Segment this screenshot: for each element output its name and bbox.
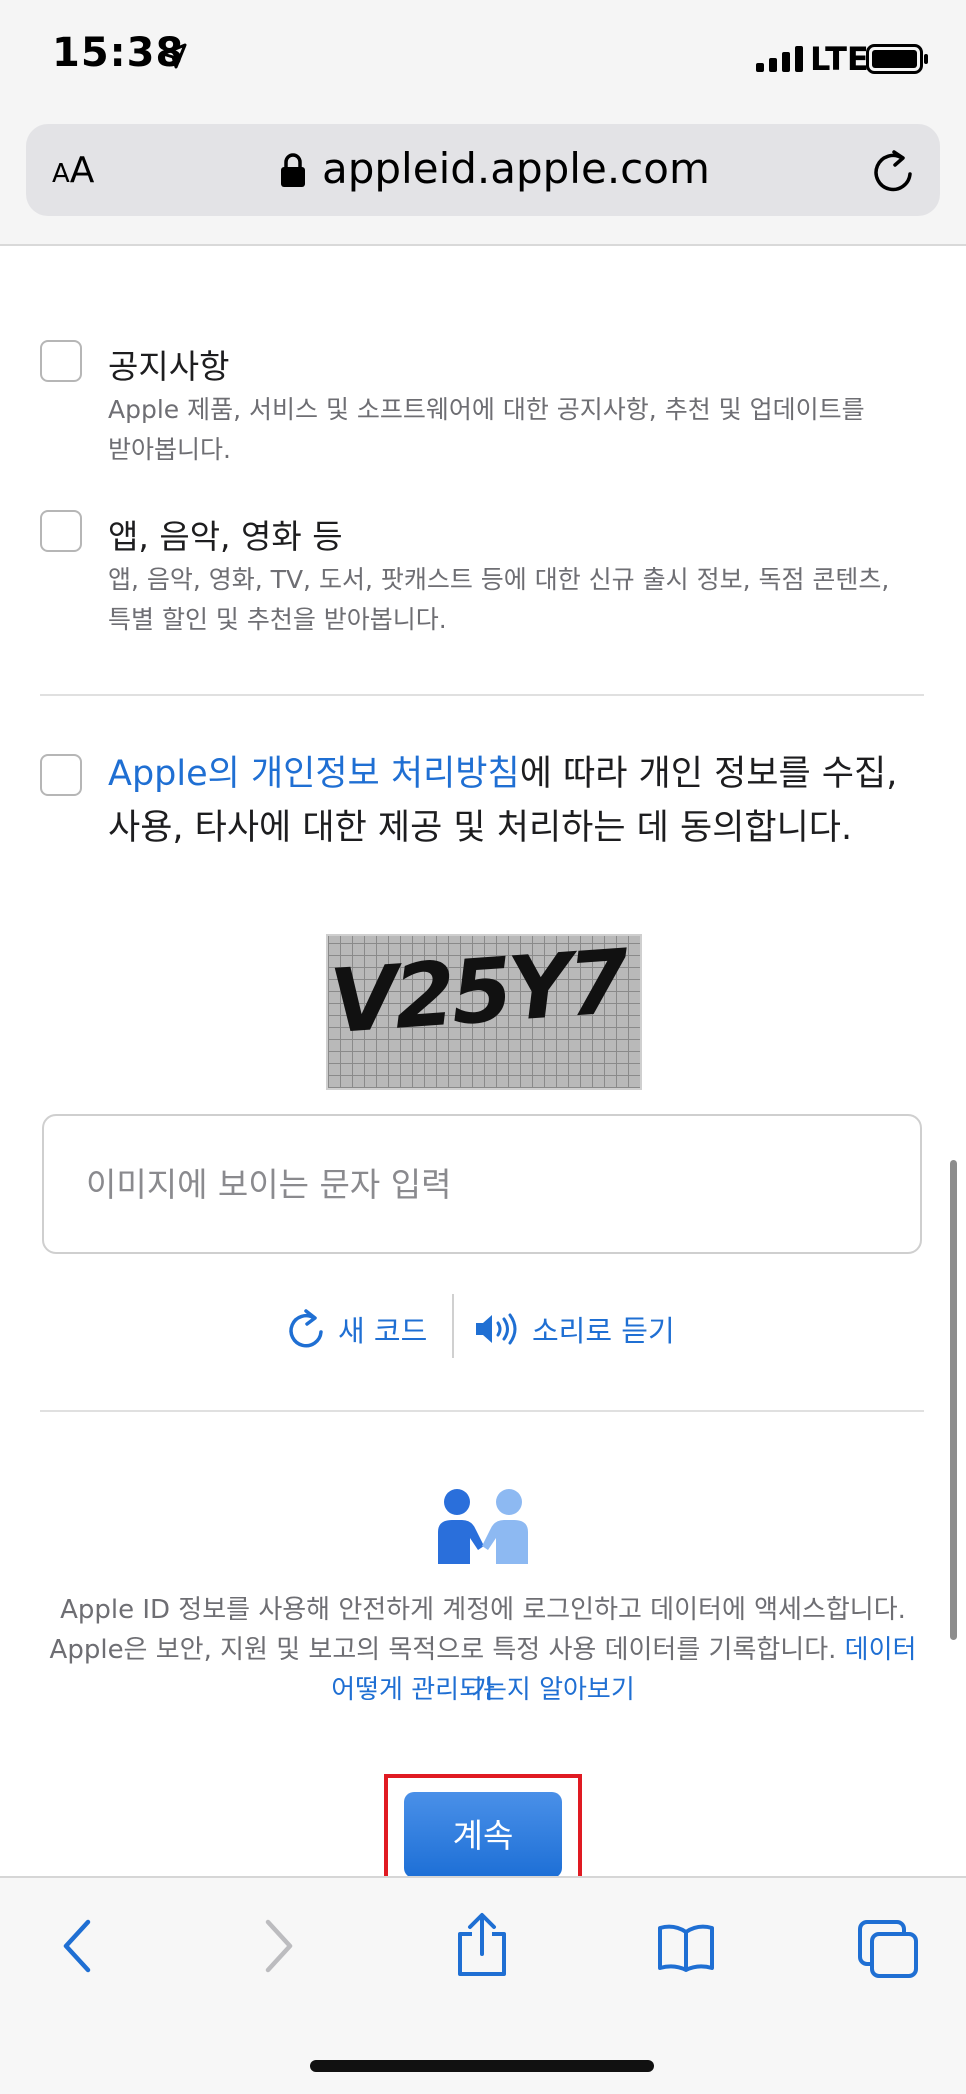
option-desc-line: 받아봅니다. <box>108 435 231 464</box>
browser-address-area: AA appleid.apple.com <box>0 120 966 246</box>
tabs-icon[interactable] <box>856 1918 920 1980</box>
audio-captcha-button[interactable]: 소리로 듣기 <box>532 1308 675 1350</box>
privacy-consent-line2: 사용, 타사에 대한 제공 및 처리하는 데 동의합니다. <box>108 808 853 848</box>
page-scrollbar[interactable] <box>950 1160 957 1640</box>
captcha-image: V25Y7 <box>326 934 642 1090</box>
browser-toolbar <box>0 1876 966 2094</box>
option-desc-line: 앱, 음악, 영화, TV, 도서, 팟캐스트 등에 대한 신규 출시 정보, … <box>108 565 890 594</box>
option-desc-line: 특별 할인 및 추천을 받아봅니다. <box>108 605 447 634</box>
captcha-input[interactable] <box>42 1114 922 1254</box>
apple-id-info-line3: 어떻게 관리되는지 알아보기 <box>40 1670 926 1710</box>
forward-icon[interactable] <box>258 1918 298 1974</box>
section-divider <box>40 694 924 696</box>
network-type: LTE <box>810 40 869 78</box>
address-bar[interactable]: AA appleid.apple.com <box>26 124 940 216</box>
announcements-checkbox[interactable] <box>40 340 82 382</box>
back-icon[interactable] <box>58 1918 98 1974</box>
privacy-policy-link[interactable]: Apple의 개인정보 처리방침 <box>108 754 520 794</box>
home-indicator[interactable] <box>310 2060 654 2072</box>
apple-id-info-line1: Apple ID 정보를 사용해 안전하게 계정에 로그인하고 데이터에 액세스… <box>60 1595 906 1625</box>
lock-icon <box>281 153 305 187</box>
option-desc-line: Apple 제품, 서비스 및 소프트웨어에 대한 공지사항, 추천 및 업데이… <box>108 395 865 424</box>
section-divider <box>40 1410 924 1412</box>
bookmarks-icon[interactable] <box>656 1922 716 1972</box>
privacy-consent-checkbox[interactable] <box>40 754 82 796</box>
data-management-link-cont[interactable]: 어떻게 관리되는지 알아보기 <box>331 1675 635 1705</box>
text-size-button[interactable]: AA <box>52 150 94 191</box>
location-arrow-icon <box>161 43 187 69</box>
privacy-consent-line1: Apple의 개인정보 처리방침에 따라 개인 정보를 수집, <box>108 748 897 800</box>
share-icon[interactable] <box>454 1912 510 1978</box>
data-privacy-handshake-icon <box>438 1489 528 1564</box>
action-separator <box>452 1294 454 1358</box>
refresh-icon[interactable] <box>286 1308 326 1350</box>
cellular-signal-icon <box>756 46 803 72</box>
status-bar: 15:38 LTE <box>0 0 966 120</box>
option-title-announcements: 공지사항 <box>108 347 230 386</box>
url-text: appleid.apple.com <box>322 144 710 193</box>
speaker-icon[interactable] <box>474 1312 520 1346</box>
option-title-apps: 앱, 음악, 영화 등 <box>108 517 343 556</box>
new-code-button[interactable]: 새 코드 <box>338 1308 427 1350</box>
captcha-characters: V25Y7 <box>326 934 629 1054</box>
consent-text: 에 따라 개인 정보를 수집, <box>519 754 898 794</box>
reload-icon[interactable] <box>872 148 916 194</box>
apps-music-movies-checkbox[interactable] <box>40 510 82 552</box>
battery-icon <box>866 44 928 74</box>
